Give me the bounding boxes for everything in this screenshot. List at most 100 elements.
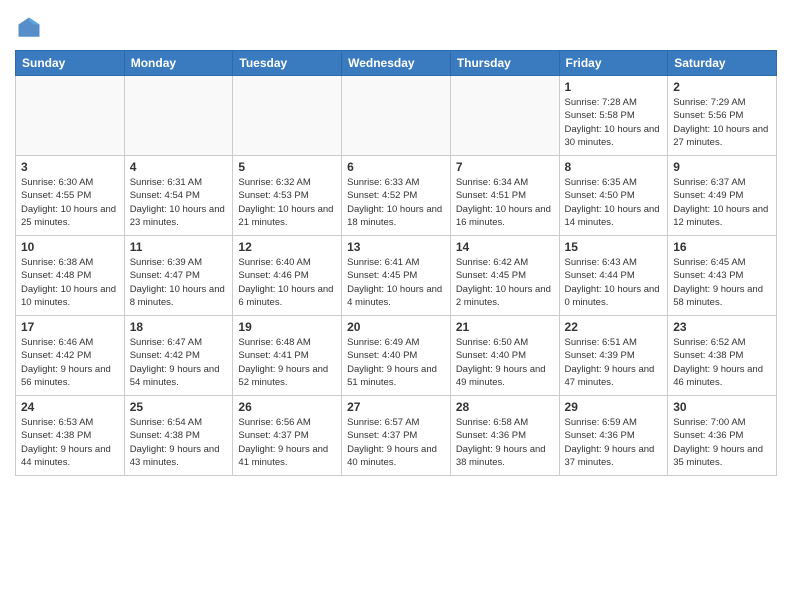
day-number: 29 [565, 400, 663, 414]
calendar-cell: 25Sunrise: 6:54 AMSunset: 4:38 PMDayligh… [124, 396, 233, 476]
day-number: 2 [673, 80, 771, 94]
day-info: Sunrise: 7:00 AMSunset: 4:36 PMDaylight:… [673, 416, 771, 469]
day-number: 7 [456, 160, 554, 174]
logo-icon [15, 14, 43, 42]
day-info: Sunrise: 7:29 AMSunset: 5:56 PMDaylight:… [673, 96, 771, 149]
day-number: 6 [347, 160, 445, 174]
day-number: 26 [238, 400, 336, 414]
day-number: 18 [130, 320, 228, 334]
calendar-cell: 18 Sunrise: 6:47 AMSunset: 4:42 PMDayligh… [124, 316, 233, 396]
logo [15, 14, 47, 42]
weekday-header-sunday: Sunday [16, 51, 125, 76]
day-info: Sunrise: 6:46 AMSunset: 4:42 PMDaylight:… [21, 336, 119, 389]
day-info: Sunrise: 6:42 AMSunset: 4:45 PMDaylight:… [456, 256, 554, 309]
calendar-cell: 6 Sunrise: 6:33 AMSunset: 4:52 PMDaylight… [342, 156, 451, 236]
weekday-header-thursday: Thursday [450, 51, 559, 76]
day-info: Sunrise: 6:58 AMSunset: 4:36 PMDaylight:… [456, 416, 554, 469]
day-info: Sunrise: 6:54 AMSunset: 4:38 PMDaylight:… [130, 416, 228, 469]
calendar-cell: 16 Sunrise: 6:45 AMSunset: 4:43 PMDayligh… [668, 236, 777, 316]
day-number: 24 [21, 400, 119, 414]
day-info: Sunrise: 6:32 AMSunset: 4:53 PMDaylight:… [238, 176, 336, 229]
day-number: 14 [456, 240, 554, 254]
calendar-cell: 27Sunrise: 6:57 AMSunset: 4:37 PMDayligh… [342, 396, 451, 476]
calendar-cell: 29Sunrise: 6:59 AMSunset: 4:36 PMDayligh… [559, 396, 668, 476]
day-info: Sunrise: 6:48 AMSunset: 4:41 PMDaylight:… [238, 336, 336, 389]
day-number: 13 [347, 240, 445, 254]
calendar-cell: 3 Sunrise: 6:30 AMSunset: 4:55 PMDaylight… [16, 156, 125, 236]
day-info: Sunrise: 6:52 AMSunset: 4:38 PMDaylight:… [673, 336, 771, 389]
day-info: Sunrise: 6:38 AMSunset: 4:48 PMDaylight:… [21, 256, 119, 309]
day-number: 9 [673, 160, 771, 174]
calendar-cell: 4 Sunrise: 6:31 AMSunset: 4:54 PMDaylight… [124, 156, 233, 236]
day-info: Sunrise: 6:39 AMSunset: 4:47 PMDaylight:… [130, 256, 228, 309]
day-number: 23 [673, 320, 771, 334]
day-info: Sunrise: 6:43 AMSunset: 4:44 PMDaylight:… [565, 256, 663, 309]
calendar-cell: 2 Sunrise: 7:29 AMSunset: 5:56 PMDaylight… [668, 76, 777, 156]
calendar-week-3: 10 Sunrise: 6:38 AMSunset: 4:48 PMDayligh… [16, 236, 777, 316]
calendar-cell: 1Sunrise: 7:28 AMSunset: 5:58 PMDaylight… [559, 76, 668, 156]
day-number: 5 [238, 160, 336, 174]
day-info: Sunrise: 6:53 AMSunset: 4:38 PMDaylight:… [21, 416, 119, 469]
day-info: Sunrise: 6:50 AMSunset: 4:40 PMDaylight:… [456, 336, 554, 389]
day-number: 17 [21, 320, 119, 334]
calendar-table: SundayMondayTuesdayWednesdayThursdayFrid… [15, 50, 777, 476]
calendar-cell: 23 Sunrise: 6:52 AMSunset: 4:38 PMDayligh… [668, 316, 777, 396]
day-number: 4 [130, 160, 228, 174]
calendar-cell: 10 Sunrise: 6:38 AMSunset: 4:48 PMDayligh… [16, 236, 125, 316]
day-number: 8 [565, 160, 663, 174]
calendar-week-5: 24 Sunrise: 6:53 AMSunset: 4:38 PMDayligh… [16, 396, 777, 476]
calendar-cell: 19 Sunrise: 6:48 AMSunset: 4:41 PMDayligh… [233, 316, 342, 396]
calendar-cell [450, 76, 559, 156]
day-info: Sunrise: 6:45 AMSunset: 4:43 PMDaylight:… [673, 256, 771, 309]
day-info: Sunrise: 6:47 AMSunset: 4:42 PMDaylight:… [130, 336, 228, 389]
calendar-cell: 15Sunrise: 6:43 AMSunset: 4:44 PMDayligh… [559, 236, 668, 316]
day-number: 10 [21, 240, 119, 254]
calendar-cell: 26 Sunrise: 6:56 AMSunset: 4:37 PMDayligh… [233, 396, 342, 476]
day-number: 16 [673, 240, 771, 254]
calendar-cell: 12 Sunrise: 6:40 AMSunset: 4:46 PMDayligh… [233, 236, 342, 316]
calendar-cell: 22 Sunrise: 6:51 AMSunset: 4:39 PMDayligh… [559, 316, 668, 396]
day-info: Sunrise: 6:56 AMSunset: 4:37 PMDaylight:… [238, 416, 336, 469]
day-info: Sunrise: 6:40 AMSunset: 4:46 PMDaylight:… [238, 256, 336, 309]
calendar-week-4: 17 Sunrise: 6:46 AMSunset: 4:42 PMDayligh… [16, 316, 777, 396]
day-info: Sunrise: 7:28 AMSunset: 5:58 PMDaylight:… [565, 96, 663, 149]
day-number: 12 [238, 240, 336, 254]
day-info: Sunrise: 6:31 AMSunset: 4:54 PMDaylight:… [130, 176, 228, 229]
calendar-cell: 7 Sunrise: 6:34 AMSunset: 4:51 PMDaylight… [450, 156, 559, 236]
day-number: 21 [456, 320, 554, 334]
calendar-cell [342, 76, 451, 156]
day-number: 30 [673, 400, 771, 414]
weekday-header-tuesday: Tuesday [233, 51, 342, 76]
day-number: 20 [347, 320, 445, 334]
page-header [15, 10, 777, 42]
day-number: 28 [456, 400, 554, 414]
day-number: 3 [21, 160, 119, 174]
calendar-cell [124, 76, 233, 156]
calendar-cell: 28 Sunrise: 6:58 AMSunset: 4:36 PMDayligh… [450, 396, 559, 476]
weekday-header-row: SundayMondayTuesdayWednesdayThursdayFrid… [16, 51, 777, 76]
day-info: Sunrise: 6:33 AMSunset: 4:52 PMDaylight:… [347, 176, 445, 229]
day-info: Sunrise: 6:51 AMSunset: 4:39 PMDaylight:… [565, 336, 663, 389]
calendar-cell: 11 Sunrise: 6:39 AMSunset: 4:47 PMDayligh… [124, 236, 233, 316]
day-info: Sunrise: 6:49 AMSunset: 4:40 PMDaylight:… [347, 336, 445, 389]
calendar-cell: 8 Sunrise: 6:35 AMSunset: 4:50 PMDaylight… [559, 156, 668, 236]
day-info: Sunrise: 6:37 AMSunset: 4:49 PMDaylight:… [673, 176, 771, 229]
day-number: 22 [565, 320, 663, 334]
weekday-header-wednesday: Wednesday [342, 51, 451, 76]
calendar-cell: 14 Sunrise: 6:42 AMSunset: 4:45 PMDayligh… [450, 236, 559, 316]
calendar-cell: 13Sunrise: 6:41 AMSunset: 4:45 PMDayligh… [342, 236, 451, 316]
calendar-cell [233, 76, 342, 156]
day-info: Sunrise: 6:34 AMSunset: 4:51 PMDaylight:… [456, 176, 554, 229]
day-info: Sunrise: 6:57 AMSunset: 4:37 PMDaylight:… [347, 416, 445, 469]
calendar-cell: 21 Sunrise: 6:50 AMSunset: 4:40 PMDayligh… [450, 316, 559, 396]
day-info: Sunrise: 6:30 AMSunset: 4:55 PMDaylight:… [21, 176, 119, 229]
calendar-cell: 24 Sunrise: 6:53 AMSunset: 4:38 PMDayligh… [16, 396, 125, 476]
day-number: 19 [238, 320, 336, 334]
weekday-header-friday: Friday [559, 51, 668, 76]
day-info: Sunrise: 6:35 AMSunset: 4:50 PMDaylight:… [565, 176, 663, 229]
calendar-week-1: 1Sunrise: 7:28 AMSunset: 5:58 PMDaylight… [16, 76, 777, 156]
calendar-cell: 30 Sunrise: 7:00 AMSunset: 4:36 PMDayligh… [668, 396, 777, 476]
calendar-cell: 5 Sunrise: 6:32 AMSunset: 4:53 PMDaylight… [233, 156, 342, 236]
calendar-cell: 9 Sunrise: 6:37 AMSunset: 4:49 PMDaylight… [668, 156, 777, 236]
day-number: 11 [130, 240, 228, 254]
